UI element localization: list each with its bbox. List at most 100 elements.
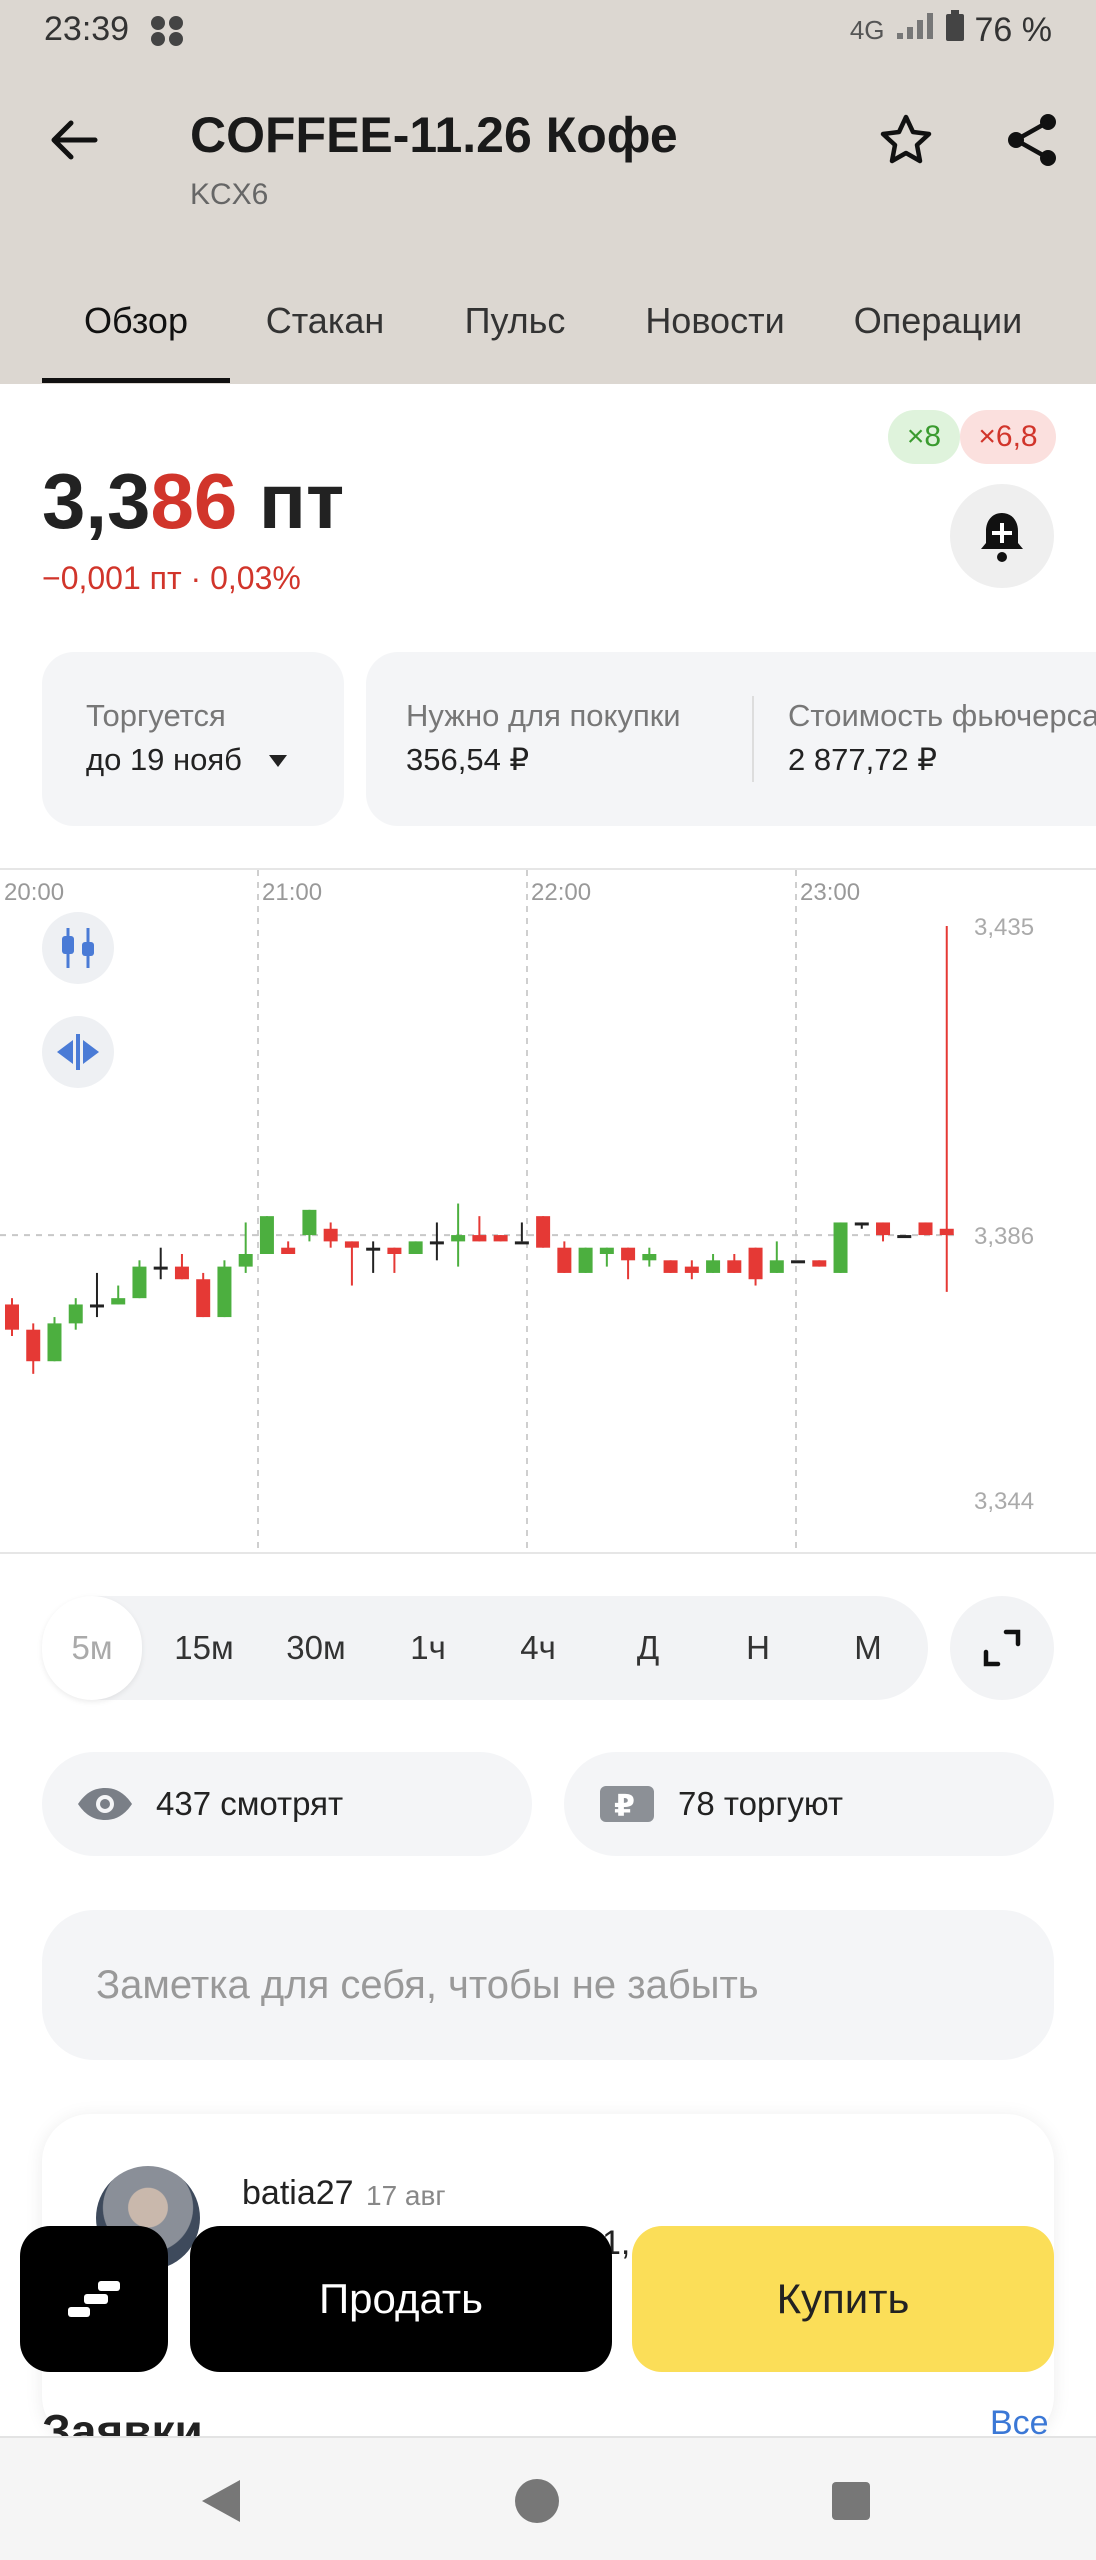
- screen: 23:39 4G 76 % COFFEE-11.26 Кофе KCX6 Обз…: [0, 0, 1096, 2560]
- timeframe-5m[interactable]: 5м: [42, 1596, 142, 1700]
- candle-body: [47, 1323, 62, 1362]
- post-date: 17 авг: [366, 2180, 446, 2211]
- candle-body: [132, 1266, 147, 1299]
- candle-body: [217, 1266, 232, 1318]
- chart-indicators-button[interactable]: [42, 1016, 114, 1088]
- instrument-title: COFFEE-11.26 Кофе: [190, 107, 678, 163]
- price-alert-button[interactable]: [950, 484, 1054, 588]
- candle-body: [727, 1260, 742, 1273]
- timeframe-30m[interactable]: 30м: [266, 1596, 366, 1700]
- buy-button[interactable]: Купить: [632, 2226, 1054, 2372]
- candle-body: [429, 1241, 444, 1245]
- candle-body: [68, 1304, 83, 1324]
- tab-order-book[interactable]: Стакан: [250, 290, 400, 384]
- candle-body: [323, 1228, 338, 1242]
- watchers-text: 437 смотрят: [156, 1785, 344, 1822]
- trading-until-card[interactable]: Торгуется до 19 нояб: [42, 652, 344, 826]
- candle-body: [684, 1266, 699, 1273]
- candle-body: [238, 1254, 253, 1267]
- candle-body: [493, 1235, 508, 1242]
- chart-type-button[interactable]: [42, 912, 114, 984]
- star-icon: [880, 114, 932, 164]
- candle-body: [769, 1260, 784, 1273]
- candle-body: [621, 1247, 636, 1261]
- candle-body: [451, 1235, 466, 1242]
- battery-level: 76 %: [974, 11, 1053, 49]
- y-axis-label: 3,386: [974, 1223, 1034, 1250]
- current-price: 3,386 пт: [42, 456, 344, 547]
- candle-body: [5, 1304, 19, 1330]
- dropdown-triangle-icon: [269, 755, 287, 767]
- fullscreen-chart-button[interactable]: [950, 1596, 1054, 1700]
- candle-body: [557, 1247, 572, 1273]
- price-main: 3,3: [42, 457, 151, 545]
- back-button[interactable]: [40, 106, 108, 174]
- tab-operations[interactable]: Операции: [838, 290, 1038, 384]
- system-nav-bar: [0, 2436, 1096, 2560]
- candle-body: [876, 1222, 891, 1236]
- sell-button[interactable]: Продать: [190, 2226, 612, 2372]
- share-button[interactable]: [996, 104, 1068, 176]
- candle-body: [302, 1209, 317, 1236]
- timeframe-week[interactable]: Н: [708, 1596, 808, 1700]
- needed-value: 356,54 ₽: [406, 742, 530, 777]
- candle-body: [387, 1247, 402, 1254]
- long-leverage-badge: ×8: [888, 410, 960, 464]
- bell-plus-icon: [981, 513, 1023, 562]
- candle-body: [918, 1222, 933, 1236]
- trading-label: Торгуется: [86, 698, 226, 733]
- margin-info-card: Нужно для покупки 356,54 ₽ Стоимость фью…: [366, 652, 1096, 826]
- app-header: 23:39 4G 76 % COFFEE-11.26 Кофе KCX6 Обз…: [0, 0, 1096, 384]
- nav-back-icon[interactable]: [196, 2476, 246, 2526]
- arrow-left-icon: [51, 120, 98, 160]
- ruble-card-icon: ₽: [600, 1786, 654, 1824]
- candlestick-chart: 20:00 21:00 22:00 23:00 3,435 3,386 3,344: [0, 870, 1034, 1552]
- candle-body: [26, 1329, 41, 1362]
- price-unit: пт: [237, 457, 345, 545]
- cost-value: 2 877,72 ₽: [788, 742, 938, 777]
- timeframe-15m[interactable]: 15м: [154, 1596, 254, 1700]
- favorite-button[interactable]: [870, 104, 942, 176]
- candle-body: [153, 1266, 168, 1270]
- x-axis-label: 20:00: [4, 879, 64, 906]
- y-axis-label: 3,435: [974, 914, 1034, 941]
- candle-body: [663, 1260, 678, 1273]
- timeframe-4h[interactable]: 4ч: [488, 1596, 588, 1700]
- traders-count: ₽ 78 торгуют: [564, 1752, 1054, 1856]
- personal-note-input[interactable]: Заметка для себя, чтобы не забыть: [42, 1910, 1054, 2060]
- candle-body: [706, 1260, 721, 1273]
- candle-body: [514, 1241, 529, 1245]
- y-axis-label: 3,344: [974, 1488, 1034, 1515]
- post-username[interactable]: batia27: [242, 2174, 354, 2213]
- nav-recents-icon[interactable]: [826, 2476, 876, 2526]
- timeframe-1h[interactable]: 1ч: [378, 1596, 478, 1700]
- tab-bar: Обзор Стакан Пульс Новости Операции: [0, 290, 1096, 384]
- timeframe-month[interactable]: М: [818, 1596, 918, 1700]
- network-type: 4G: [849, 15, 885, 45]
- candle-body: [281, 1247, 296, 1254]
- cost-label: Стоимость фьючерса: [788, 698, 1096, 733]
- nav-home-icon[interactable]: [512, 2476, 562, 2526]
- timeframe-day[interactable]: Д: [598, 1596, 698, 1700]
- active-tab-indicator: [42, 378, 230, 383]
- share-icon: [1008, 114, 1056, 166]
- price-chart[interactable]: 20:00 21:00 22:00 23:00 3,435 3,386 3,344: [0, 868, 1096, 1554]
- candle-body: [854, 1222, 869, 1226]
- candle-body: [174, 1266, 189, 1280]
- x-axis-label: 23:00: [800, 879, 860, 906]
- candle-body: [812, 1260, 827, 1267]
- tab-pulse[interactable]: Пульс: [440, 290, 590, 384]
- tab-overview[interactable]: Обзор: [42, 290, 230, 384]
- candle-body: [111, 1298, 126, 1305]
- price-change: −0,001 пт · 0,03%: [42, 560, 301, 596]
- price-accent: 86: [150, 457, 238, 545]
- app-notification-icon: [148, 14, 188, 57]
- candle-body: [791, 1260, 806, 1264]
- tab-news[interactable]: Новости: [628, 290, 802, 384]
- candle-body: [599, 1247, 614, 1254]
- needed-label: Нужно для покупки: [406, 698, 681, 733]
- status-right: 4G 76 %: [850, 10, 1052, 51]
- quick-actions-button[interactable]: [20, 2226, 168, 2372]
- x-axis-label: 21:00: [262, 879, 322, 906]
- x-axis-label: 22:00: [531, 879, 591, 906]
